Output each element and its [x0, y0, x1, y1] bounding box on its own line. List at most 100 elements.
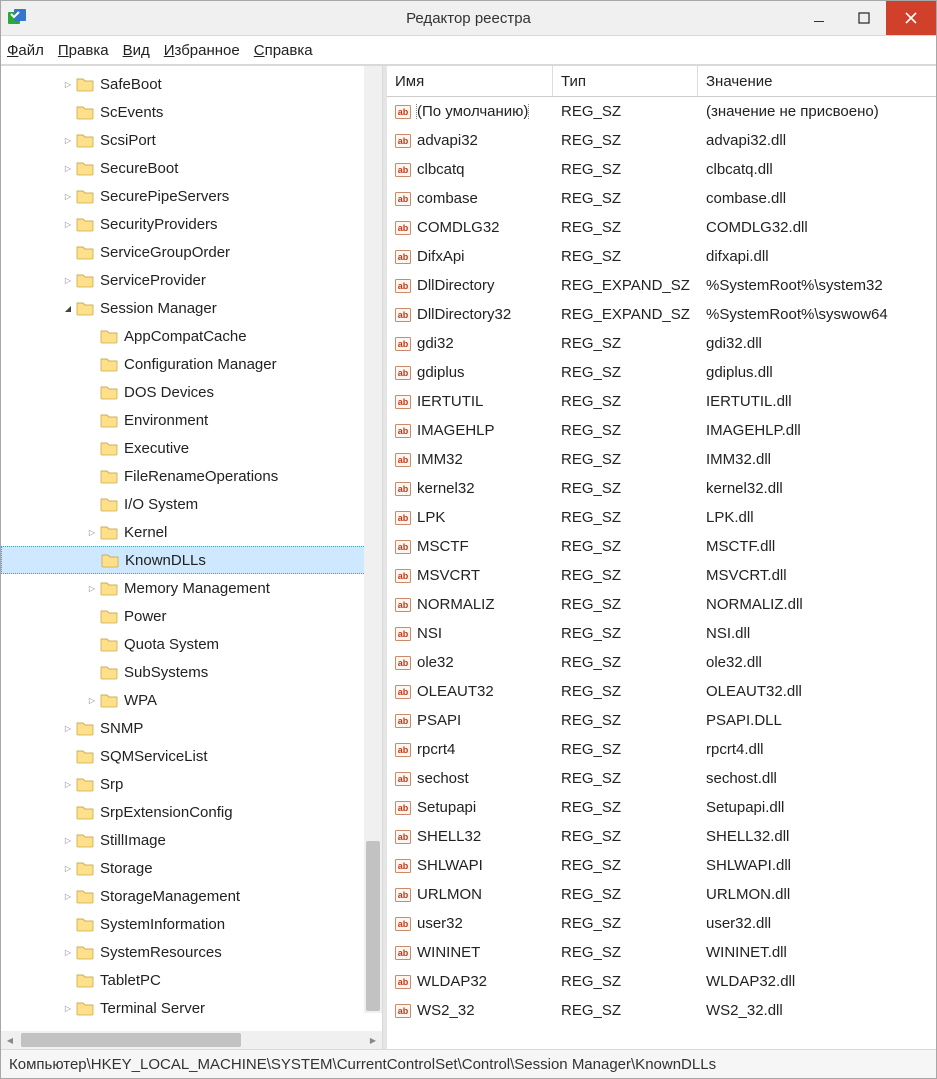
- menu-favorites[interactable]: Избранное: [164, 42, 240, 59]
- tree-item[interactable]: Executive: [1, 434, 382, 462]
- expand-closed-icon[interactable]: ▷: [61, 1001, 75, 1015]
- value-row[interactable]: abMSCTFREG_SZMSCTF.dll: [387, 532, 936, 561]
- value-row[interactable]: abWININETREG_SZWININET.dll: [387, 938, 936, 967]
- value-row[interactable]: abSHLWAPIREG_SZSHLWAPI.dll: [387, 851, 936, 880]
- menu-file[interactable]: Файл: [7, 42, 44, 59]
- value-row[interactable]: abgdi32REG_SZgdi32.dll: [387, 329, 936, 358]
- expand-closed-icon[interactable]: ▷: [61, 861, 75, 875]
- tree-item[interactable]: ▷WPA: [1, 686, 382, 714]
- value-row[interactable]: ab(По умолчанию)REG_SZ(значение не присв…: [387, 97, 936, 126]
- value-row[interactable]: abole32REG_SZole32.dll: [387, 648, 936, 677]
- value-row[interactable]: abDllDirectory32REG_EXPAND_SZ%SystemRoot…: [387, 300, 936, 329]
- expand-closed-icon[interactable]: ▷: [85, 581, 99, 595]
- menu-view[interactable]: Вид: [123, 42, 150, 59]
- value-row[interactable]: abPSAPIREG_SZPSAPI.DLL: [387, 706, 936, 735]
- tree-item[interactable]: ▷StillImage: [1, 826, 382, 854]
- scroll-left-icon[interactable]: ◀: [1, 1031, 19, 1049]
- tree-item[interactable]: ◢Session Manager: [1, 294, 382, 322]
- expand-closed-icon[interactable]: ▷: [61, 217, 75, 231]
- value-pane[interactable]: Имя Тип Значение ab(По умолчанию)REG_SZ(…: [387, 66, 936, 1049]
- value-header[interactable]: Имя Тип Значение: [387, 66, 936, 97]
- tree-item[interactable]: ServiceGroupOrder: [1, 238, 382, 266]
- expand-closed-icon[interactable]: ▷: [85, 693, 99, 707]
- tree-item[interactable]: TabletPC: [1, 966, 382, 994]
- value-row[interactable]: abCOMDLG32REG_SZCOMDLG32.dll: [387, 213, 936, 242]
- tree-horizontal-scrollbar[interactable]: ◀ ▶: [1, 1031, 382, 1049]
- menu-edit[interactable]: Правка: [58, 42, 109, 59]
- value-row[interactable]: absechostREG_SZsechost.dll: [387, 764, 936, 793]
- tree-item[interactable]: FileRenameOperations: [1, 462, 382, 490]
- value-row[interactable]: abkernel32REG_SZkernel32.dll: [387, 474, 936, 503]
- value-row[interactable]: abNSIREG_SZNSI.dll: [387, 619, 936, 648]
- value-row[interactable]: abDllDirectoryREG_EXPAND_SZ%SystemRoot%\…: [387, 271, 936, 300]
- value-row[interactable]: abWS2_32REG_SZWS2_32.dll: [387, 996, 936, 1025]
- tree-item[interactable]: ▷SNMP: [1, 714, 382, 742]
- tree-item[interactable]: Configuration Manager: [1, 350, 382, 378]
- scrollbar-thumb[interactable]: [21, 1033, 241, 1047]
- tree-item[interactable]: ▷StorageManagement: [1, 882, 382, 910]
- tree-item[interactable]: ▷SecurityProviders: [1, 210, 382, 238]
- expand-closed-icon[interactable]: ▷: [61, 777, 75, 791]
- tree-item[interactable]: ▷SafeBoot: [1, 70, 382, 98]
- tree-item[interactable]: Environment: [1, 406, 382, 434]
- value-row[interactable]: abcombaseREG_SZcombase.dll: [387, 184, 936, 213]
- expand-closed-icon[interactable]: ▷: [61, 133, 75, 147]
- column-header-name[interactable]: Имя: [387, 66, 553, 96]
- tree-item[interactable]: ▷Memory Management: [1, 574, 382, 602]
- maximize-button[interactable]: [841, 1, 886, 35]
- value-row[interactable]: abrpcrt4REG_SZrpcrt4.dll: [387, 735, 936, 764]
- value-row[interactable]: abgdiplusREG_SZgdiplus.dll: [387, 358, 936, 387]
- tree-item[interactable]: DOS Devices: [1, 378, 382, 406]
- tree-item[interactable]: ▷SecurePipeServers: [1, 182, 382, 210]
- tree-item[interactable]: ▷SystemResources: [1, 938, 382, 966]
- close-button[interactable]: [886, 1, 936, 35]
- minimize-button[interactable]: [796, 1, 841, 35]
- value-row[interactable]: abclbcatqREG_SZclbcatq.dll: [387, 155, 936, 184]
- value-row[interactable]: abIERTUTILREG_SZIERTUTIL.dll: [387, 387, 936, 416]
- tree-item[interactable]: Power: [1, 602, 382, 630]
- expand-closed-icon[interactable]: ▷: [61, 721, 75, 735]
- tree-item[interactable]: SQMServiceList: [1, 742, 382, 770]
- value-row[interactable]: abIMM32REG_SZIMM32.dll: [387, 445, 936, 474]
- expand-closed-icon[interactable]: ▷: [85, 525, 99, 539]
- value-row[interactable]: abURLMONREG_SZURLMON.dll: [387, 880, 936, 909]
- scroll-right-icon[interactable]: ▶: [364, 1031, 382, 1049]
- value-row[interactable]: abDifxApiREG_SZdifxapi.dll: [387, 242, 936, 271]
- expand-closed-icon[interactable]: ▷: [61, 833, 75, 847]
- tree-item[interactable]: Quota System: [1, 630, 382, 658]
- tree-item[interactable]: ▷ScsiPort: [1, 126, 382, 154]
- value-row[interactable]: abuser32REG_SZuser32.dll: [387, 909, 936, 938]
- tree-item[interactable]: SubSystems: [1, 658, 382, 686]
- value-row[interactable]: abLPKREG_SZLPK.dll: [387, 503, 936, 532]
- titlebar[interactable]: Редактор реестра: [1, 1, 936, 36]
- tree-item[interactable]: ▷Kernel: [1, 518, 382, 546]
- tree-item[interactable]: ▷ServiceProvider: [1, 266, 382, 294]
- value-row[interactable]: abSetupapiREG_SZSetupapi.dll: [387, 793, 936, 822]
- expand-closed-icon[interactable]: ▷: [61, 77, 75, 91]
- expand-open-icon[interactable]: ◢: [61, 301, 75, 315]
- tree-item[interactable]: AppCompatCache: [1, 322, 382, 350]
- tree-item[interactable]: ▷Srp: [1, 770, 382, 798]
- tree-item[interactable]: ▷SecureBoot: [1, 154, 382, 182]
- column-header-type[interactable]: Тип: [553, 66, 698, 96]
- tree-item[interactable]: ▷Terminal Server: [1, 994, 382, 1022]
- expand-closed-icon[interactable]: ▷: [61, 189, 75, 203]
- value-row[interactable]: abSHELL32REG_SZSHELL32.dll: [387, 822, 936, 851]
- tree-item[interactable]: SystemInformation: [1, 910, 382, 938]
- expand-closed-icon[interactable]: ▷: [61, 945, 75, 959]
- tree-pane[interactable]: ▷SafeBootScEvents▷ScsiPort▷SecureBoot▷Se…: [1, 66, 383, 1049]
- expand-closed-icon[interactable]: ▷: [61, 273, 75, 287]
- value-row[interactable]: abMSVCRTREG_SZMSVCRT.dll: [387, 561, 936, 590]
- tree-item[interactable]: ▷Storage: [1, 854, 382, 882]
- tree-item[interactable]: KnownDLLs: [1, 546, 382, 574]
- tree-vertical-scrollbar[interactable]: [364, 66, 382, 1013]
- expand-closed-icon[interactable]: ▷: [61, 161, 75, 175]
- value-row[interactable]: abIMAGEHLPREG_SZIMAGEHLP.dll: [387, 416, 936, 445]
- value-row[interactable]: abadvapi32REG_SZadvapi32.dll: [387, 126, 936, 155]
- tree-item[interactable]: SrpExtensionConfig: [1, 798, 382, 826]
- value-row[interactable]: abOLEAUT32REG_SZOLEAUT32.dll: [387, 677, 936, 706]
- expand-closed-icon[interactable]: ▷: [61, 889, 75, 903]
- column-header-value[interactable]: Значение: [698, 66, 936, 96]
- menu-help[interactable]: Справка: [254, 42, 313, 59]
- tree-item[interactable]: I/O System: [1, 490, 382, 518]
